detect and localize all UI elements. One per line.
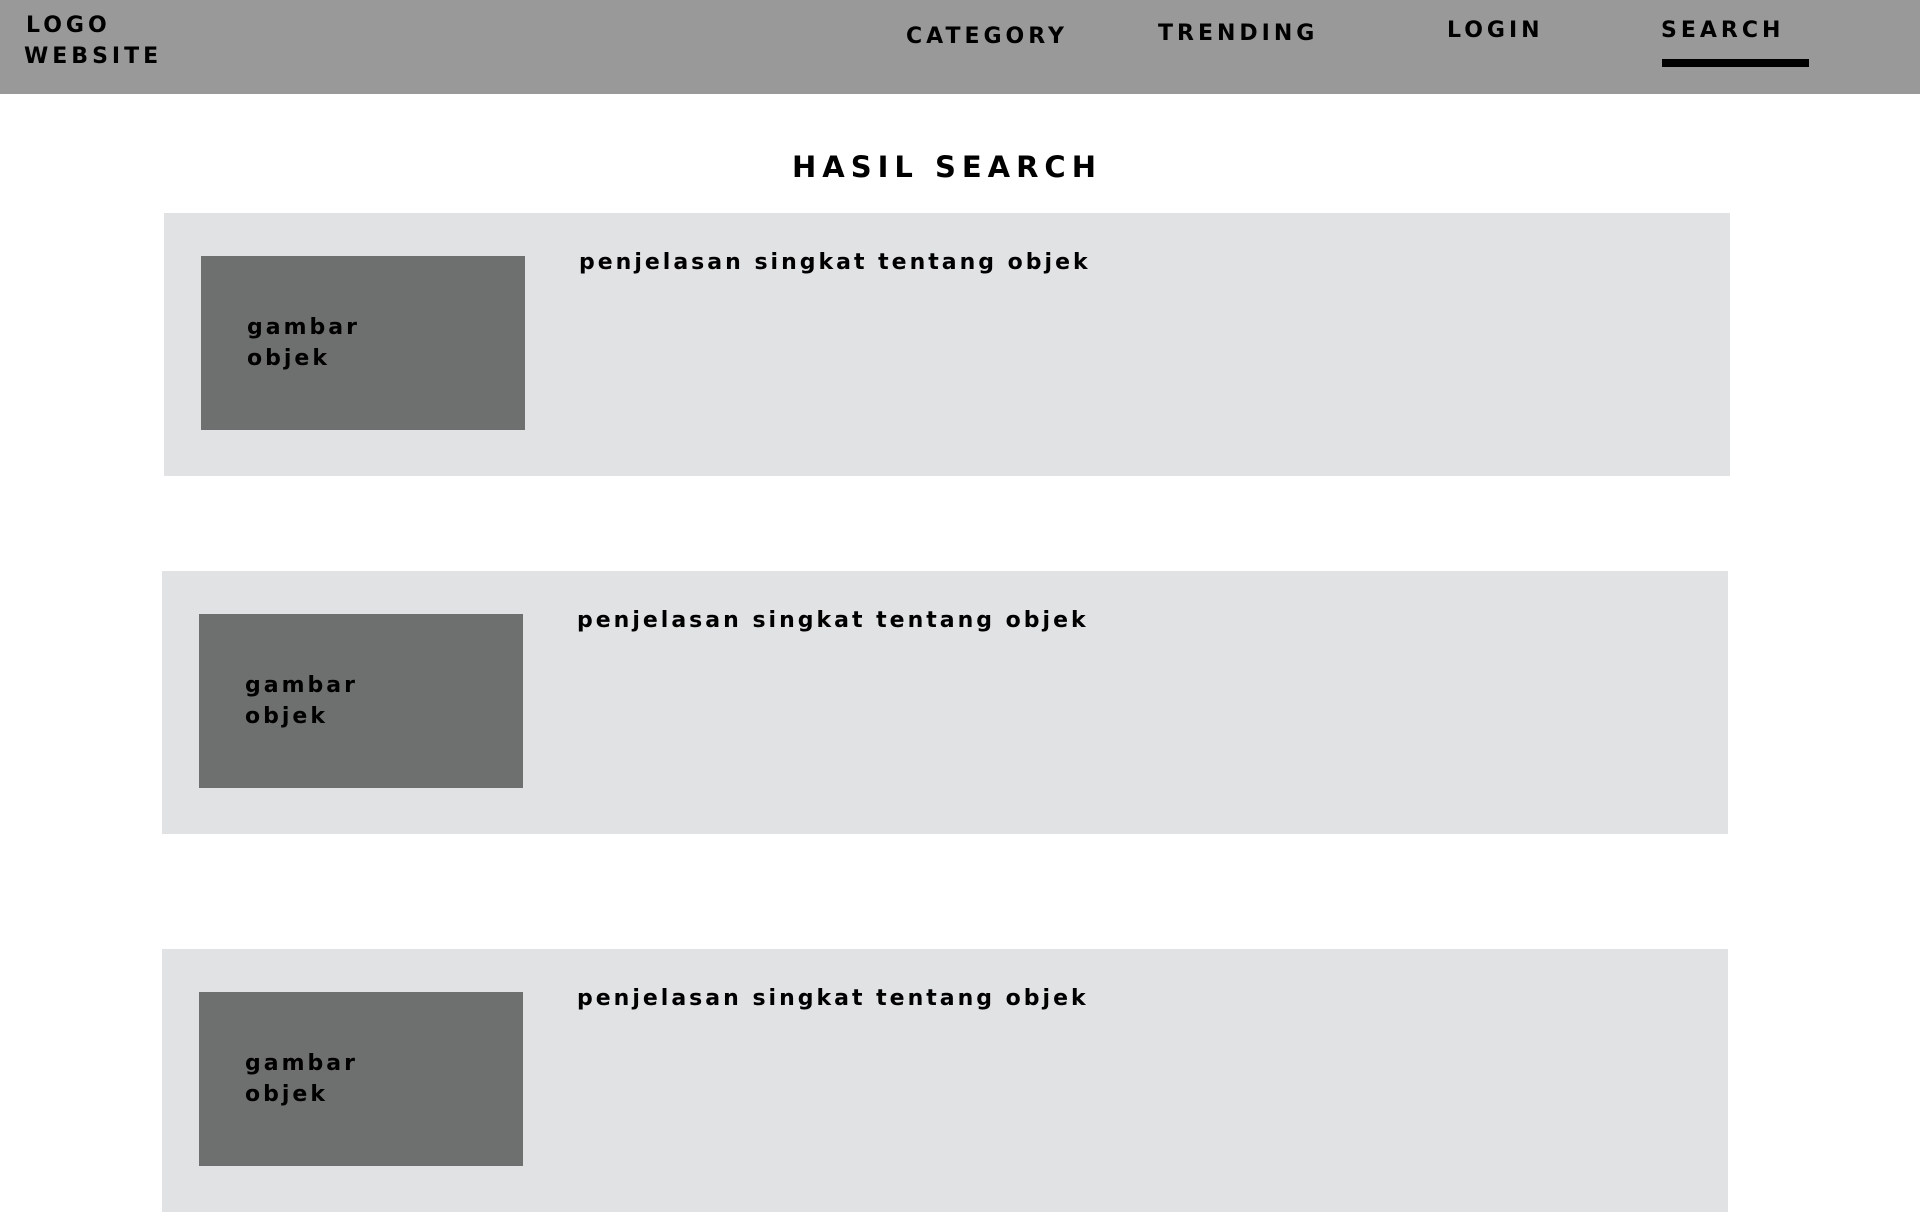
logo-line-1: LOGO [26,13,111,38]
search-result-card[interactable]: gambar objek penjelasan singkat tentang … [162,571,1728,834]
nav-trending-link[interactable]: TRENDING [1158,21,1318,46]
nav-search-link[interactable]: SEARCH [1661,18,1784,43]
nav-category-link[interactable]: CATEGORY [906,24,1068,49]
result-image-placeholder[interactable]: gambar objek [199,992,523,1166]
search-result-card[interactable]: gambar objek penjelasan singkat tentang … [164,213,1730,476]
active-nav-indicator [1662,59,1809,67]
logo-line-2: WEBSITE [24,44,163,69]
page-title: HASIL SEARCH [792,150,1102,184]
result-description: penjelasan singkat tentang objek [577,986,1089,1011]
result-description: penjelasan singkat tentang objek [579,250,1091,275]
result-image-label: gambar objek [247,315,360,371]
result-image-label: gambar objek [245,673,358,729]
search-result-card[interactable]: gambar objek penjelasan singkat tentang … [162,949,1728,1212]
site-logo[interactable]: LOGO WEBSITE [24,10,163,72]
result-image-placeholder[interactable]: gambar objek [199,614,523,788]
nav-login-link[interactable]: LOGIN [1447,18,1544,43]
result-image-placeholder[interactable]: gambar objek [201,256,525,430]
result-image-label: gambar objek [245,1051,358,1107]
result-description: penjelasan singkat tentang objek [577,608,1089,633]
top-navbar: LOGO WEBSITE CATEGORY TRENDING LOGIN SEA… [0,0,1920,94]
